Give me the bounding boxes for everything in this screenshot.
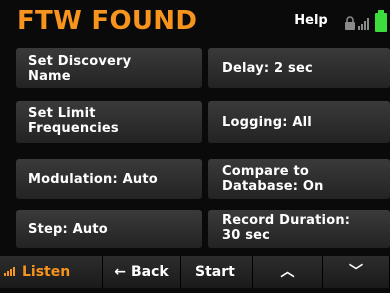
back-softkey[interactable]: ← Back xyxy=(103,256,181,288)
header-bar: FTW FOUND Help xyxy=(0,0,390,42)
start-label: Start xyxy=(195,264,235,280)
start-softkey[interactable]: Start xyxy=(181,256,253,288)
status-area xyxy=(340,8,390,34)
page-title: FTW FOUND xyxy=(17,6,198,36)
delay-button[interactable]: Delay: 2 sec xyxy=(208,48,390,88)
help-button[interactable]: Help xyxy=(286,7,336,35)
listen-signal-icon xyxy=(4,266,15,276)
chevron-down-icon: ﹀ xyxy=(349,264,363,280)
modulation-button[interactable]: Modulation: Auto xyxy=(16,159,202,199)
listen-label: Listen xyxy=(22,264,71,280)
back-label: Back xyxy=(131,264,169,280)
signal-strength-icon xyxy=(358,18,369,30)
battery-icon xyxy=(375,10,387,32)
lock-icon xyxy=(345,16,355,30)
set-limit-frequencies-button[interactable]: Set Limit Frequencies xyxy=(16,101,202,143)
scroll-up-softkey[interactable]: ︿ xyxy=(253,256,323,288)
ftw-found-screen: FTW FOUND Help Set Discovery Name Delay:… xyxy=(0,0,390,293)
step-button[interactable]: Step: Auto xyxy=(16,210,202,248)
chevron-up-icon: ︿ xyxy=(280,264,295,280)
softkey-bar: Listen ← Back Start ︿ ﹀ xyxy=(0,256,390,293)
logging-button[interactable]: Logging: All xyxy=(208,101,390,143)
listen-softkey[interactable]: Listen xyxy=(0,256,103,288)
scroll-down-softkey[interactable]: ﹀ xyxy=(323,256,390,288)
back-arrow-icon: ← xyxy=(114,264,126,280)
record-duration-button[interactable]: Record Duration: 30 sec xyxy=(208,210,390,248)
compare-to-database-button[interactable]: Compare to Database: On xyxy=(208,159,390,199)
set-discovery-name-button[interactable]: Set Discovery Name xyxy=(16,48,202,88)
